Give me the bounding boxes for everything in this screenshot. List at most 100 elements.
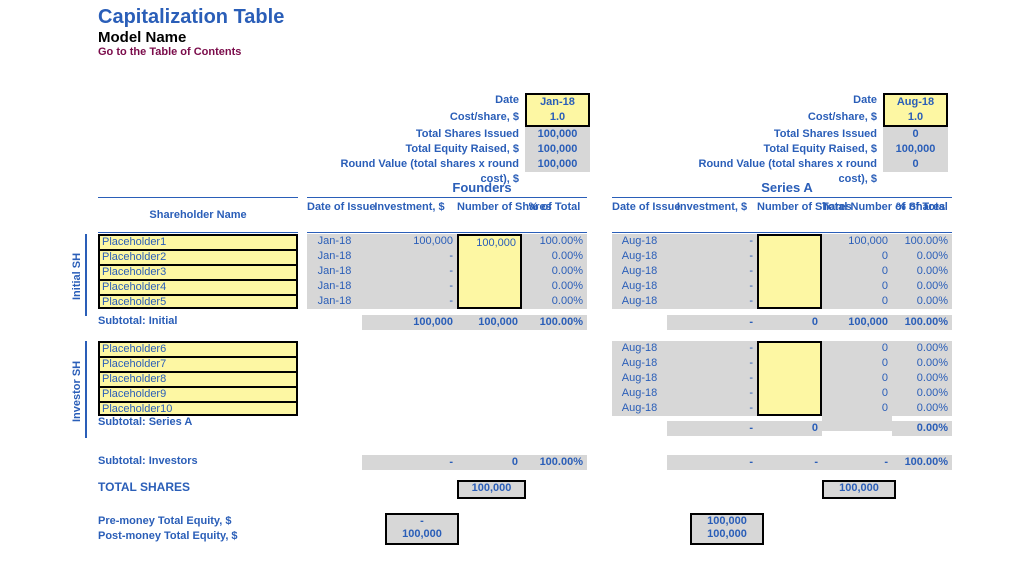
cell-shares[interactable] <box>757 249 822 264</box>
toc-link[interactable]: Go to the Table of Contents <box>98 46 284 58</box>
col-investment: Investment, $ <box>362 197 457 233</box>
cell-shares[interactable] <box>757 401 822 416</box>
cell-investment: - <box>667 279 757 294</box>
cell-shares[interactable]: 100,000 <box>457 234 522 249</box>
cell-shares[interactable] <box>757 371 822 386</box>
cols-seriesa: Date of IssueInvestment, $Number of Shar… <box>612 197 952 233</box>
label-cost: Cost/share, $ <box>693 110 883 125</box>
cell-pct: 0.00% <box>892 264 952 279</box>
value-date-seriesa[interactable]: Aug-18 <box>883 93 948 110</box>
cell-shares[interactable] <box>457 279 522 294</box>
subtotal-cell: 100,000 <box>362 315 457 330</box>
col-num-shares: Number of Shares <box>757 197 822 233</box>
col-date-issue: Date of Issue <box>307 197 362 233</box>
total-shares-founders: 100,000 <box>457 480 526 499</box>
subtotal-investors-founders: -0100.00% <box>362 455 587 470</box>
cell-date: Jan-18 <box>307 279 362 294</box>
subtotal-initial-label: Subtotal: Initial <box>98 315 177 327</box>
subtotal-investors-seriesa: ---100.00% <box>667 455 952 470</box>
value-rv-founders: 100,000 <box>525 157 590 172</box>
cell-investment: - <box>667 371 757 386</box>
cell-shares[interactable] <box>457 249 522 264</box>
cell-date: Aug-18 <box>612 279 667 294</box>
cell-date: Jan-18 <box>307 234 362 249</box>
col-pct-total: % of Total <box>892 197 952 233</box>
cell-tns: 0 <box>822 341 892 356</box>
cell-tns: 0 <box>822 371 892 386</box>
cell-investment: - <box>362 279 457 294</box>
cell-shares[interactable] <box>757 264 822 279</box>
shareholder-name[interactable]: Placeholder5 <box>98 294 298 309</box>
shareholder-name[interactable]: Placeholder2 <box>98 249 298 264</box>
value-ter-seriesa: 100,000 <box>883 142 948 157</box>
col-date-issue: Date of Issue <box>612 197 667 233</box>
label-ter: Total Equity Raised, $ <box>335 142 525 157</box>
page-title: Capitalization Table <box>98 6 284 29</box>
cell-shares[interactable] <box>757 234 822 249</box>
subtotal-cell: 0 <box>757 315 822 330</box>
cell-investment: 100,000 <box>362 234 457 249</box>
post-money-founders: 100,000 <box>385 528 459 545</box>
shareholder-name[interactable]: Placeholder9 <box>98 386 298 401</box>
label-rv: Round Value (total shares x round cost),… <box>693 157 883 172</box>
cell-pct: 0.00% <box>522 279 587 294</box>
cell-investment: - <box>667 401 757 416</box>
shareholder-name[interactable]: Placeholder8 <box>98 371 298 386</box>
group-label-investor: Investor SH <box>71 361 83 422</box>
label-tsi: Total Shares Issued <box>335 127 525 142</box>
divider <box>85 341 87 438</box>
cell-date: Aug-18 <box>612 249 667 264</box>
cell-investment: - <box>667 264 757 279</box>
col-total-num-shares: Total Number of Shares <box>822 197 892 233</box>
subtotal-cell: 100.00% <box>522 455 587 470</box>
shareholder-name[interactable]: Placeholder7 <box>98 356 298 371</box>
cell-pct: 0.00% <box>892 386 952 401</box>
cell-shares[interactable] <box>457 264 522 279</box>
cell-pct: 100.00% <box>522 234 587 249</box>
subtotal-cell: - <box>757 455 822 470</box>
cell-pct: 0.00% <box>522 294 587 309</box>
pre-money-label: Pre-money Total Equity, $ <box>98 515 231 527</box>
cell-investment: - <box>667 234 757 249</box>
subtotal-cell: 0 <box>457 455 522 470</box>
subtotal-cell: - <box>667 315 757 330</box>
cell-tns: 0 <box>822 294 892 309</box>
shareholder-name[interactable]: Placeholder1 <box>98 234 298 249</box>
cell-investment: - <box>667 249 757 264</box>
cell-investment: - <box>667 294 757 309</box>
shareholder-name[interactable]: Placeholder4 <box>98 279 298 294</box>
model-name: Model Name <box>98 29 284 46</box>
subtotal-cell: 0.00% <box>892 421 952 436</box>
cell-investment: - <box>667 341 757 356</box>
shareholder-name[interactable]: Placeholder3 <box>98 264 298 279</box>
cell-date: Jan-18 <box>307 294 362 309</box>
subtotal-investors-label: Subtotal: Investors <box>98 455 198 467</box>
post-money-seriesa: 100,000 <box>690 528 764 545</box>
subtotal-cell: - <box>667 455 757 470</box>
value-cost-seriesa[interactable]: 1.0 <box>883 110 948 127</box>
cell-tns: 0 <box>822 279 892 294</box>
value-rv-seriesa: 0 <box>883 157 948 172</box>
cell-shares[interactable] <box>757 341 822 356</box>
cell-shares[interactable] <box>757 356 822 371</box>
subtotal-cell: - <box>822 455 892 470</box>
cell-pct: 0.00% <box>522 264 587 279</box>
shareholder-name[interactable]: Placeholder6 <box>98 341 298 356</box>
cell-shares[interactable] <box>457 294 522 309</box>
cell-shares[interactable] <box>757 279 822 294</box>
subtotal-initial-founders: 100,000100,000100.00% <box>362 315 587 330</box>
subtotal-cell: 0 <box>757 421 822 436</box>
shareholder-name[interactable]: Placeholder10 <box>98 401 298 416</box>
value-cost-founders[interactable]: 1.0 <box>525 110 590 127</box>
summary-founders: DateJan-18 Cost/share, $1.0 Total Shares… <box>335 93 590 172</box>
cell-pct: 100.00% <box>892 234 952 249</box>
label-ter: Total Equity Raised, $ <box>693 142 883 157</box>
cell-date: Aug-18 <box>612 356 667 371</box>
cell-shares[interactable] <box>757 386 822 401</box>
cell-date: Aug-18 <box>612 401 667 416</box>
cell-shares[interactable] <box>757 294 822 309</box>
cell-tns: 0 <box>822 264 892 279</box>
cell-date: Aug-18 <box>612 341 667 356</box>
divider <box>85 234 87 316</box>
value-date-founders[interactable]: Jan-18 <box>525 93 590 110</box>
